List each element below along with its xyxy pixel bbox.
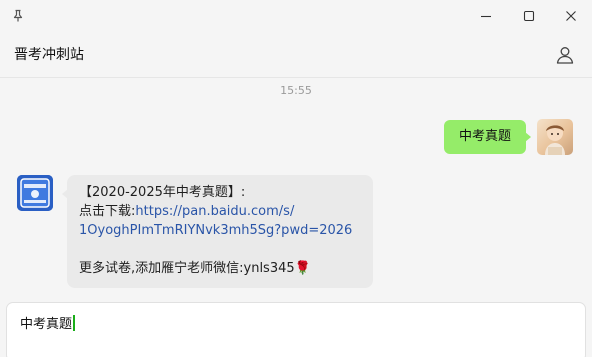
contact-avatar[interactable] (17, 175, 53, 211)
download-link-part-2[interactable]: 1OyoghPImTmRIYNvk3mh5Sg?pwd=2026 (79, 221, 361, 240)
my-avatar[interactable] (537, 119, 573, 155)
title-bar (0, 0, 592, 32)
download-prefix: 点击下载: (79, 204, 136, 219)
maximize-icon[interactable] (518, 6, 540, 26)
text-caret (73, 315, 75, 331)
wechat-contact-text: 更多试卷,添加雁宁老师微信:ynls345 (79, 261, 295, 276)
message-timestamp: 15:55 (280, 84, 312, 97)
minimize-icon[interactable] (475, 6, 497, 26)
download-link-part-1[interactable]: https://pan.baidu.com/s/ (135, 204, 294, 219)
chat-header: 晋考冲刺站 (0, 32, 592, 78)
user-icon[interactable] (555, 45, 575, 65)
message-line-1: 【2020-2025年中考真题】: (79, 185, 246, 200)
rose-emoji: 🌹 (294, 261, 311, 276)
chat-title: 晋考冲刺站 (14, 47, 84, 63)
message-input[interactable]: 中考真题 (20, 315, 75, 334)
message-input-box[interactable]: 中考真题 (6, 302, 586, 357)
message-line-2: 点击下载:https://pan.baidu.com/s/ (79, 202, 361, 221)
received-message-bubble[interactable]: 【2020-2025年中考真题】: 点击下载:https://pan.baidu… (62, 175, 373, 288)
message-line-4: 更多试卷,添加雁宁老师微信:ynls345🌹 (79, 259, 361, 278)
input-value: 中考真题 (20, 317, 73, 332)
sent-message-bubble[interactable]: 中考真题 (444, 120, 531, 154)
chat-window: 晋考冲刺站 15:55 中考真题 【2020-2025年中考真题】: 点击下载:… (0, 0, 592, 357)
close-icon[interactable] (560, 6, 582, 26)
pin-icon[interactable] (10, 8, 26, 24)
